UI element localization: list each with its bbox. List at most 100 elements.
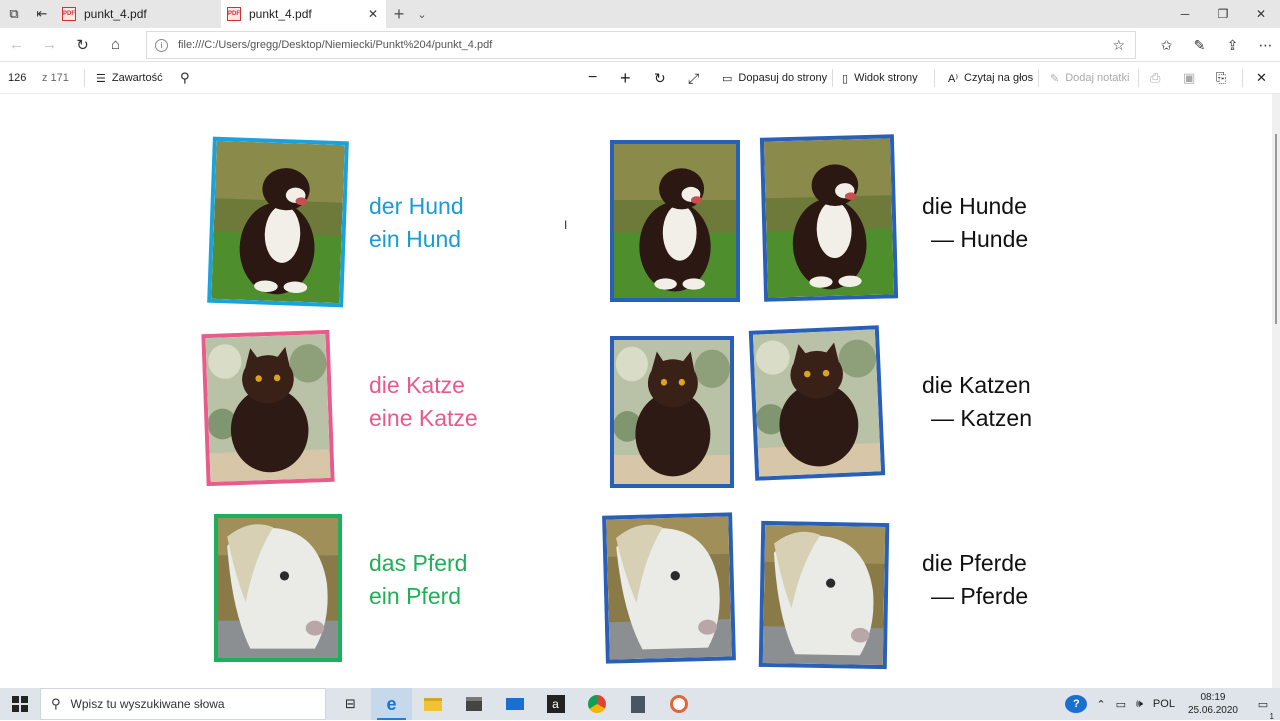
taskbar-search-box[interactable]: ⚲ Wpisz tu wyszukiwane słowa [40, 688, 326, 720]
taskbar-clock[interactable]: 08:19 25.06.2020 [1180, 691, 1246, 717]
taskbar: ⚲ Wpisz tu wyszukiwane słowa ⊟ e a ? ⌃ ▭… [0, 688, 1280, 721]
notification-count: 1 [1269, 711, 1274, 721]
mail-icon[interactable] [494, 688, 535, 720]
horse-photo-plural-1 [602, 512, 736, 664]
text-cursor-icon: I [564, 218, 568, 232]
edge-app-icon[interactable]: e [371, 688, 412, 720]
read-aloud-button[interactable]: A⁾ Czytaj na głos [948, 62, 1033, 94]
tray-chevron-icon[interactable]: ⌃ [1091, 698, 1110, 711]
help-icon[interactable]: ? [1065, 695, 1088, 713]
zoom-in-icon[interactable]: + [620, 62, 631, 94]
cat-plural-indefinite: — Katzen [931, 405, 1032, 431]
clock-time: 08:19 [1200, 692, 1226, 703]
close-window-button[interactable]: ✕ [1242, 0, 1280, 28]
url-field[interactable]: i file:///C:/Users/gregg/Desktop/Niemiec… [146, 31, 1136, 59]
notes-pen-icon[interactable]: ✎ [1183, 28, 1216, 62]
address-bar: ← → ↻ ⌂ i file:///C:/Users/gregg/Desktop… [0, 28, 1280, 62]
cat-photo [201, 329, 335, 487]
tab-manager-icon[interactable]: ⧉ [0, 0, 28, 28]
dog-singular-indefinite: ein Hund [369, 226, 462, 252]
amazon-icon[interactable]: a [535, 688, 576, 720]
page-view-icon: ▯ [842, 72, 849, 85]
file-explorer-icon[interactable] [412, 688, 453, 720]
dog-photo-plural-2 [759, 134, 899, 302]
read-aloud-label: Czytaj na głos [964, 72, 1034, 84]
scrollbar-thumb[interactable] [1275, 134, 1277, 324]
message-icon: ▭ [1257, 698, 1269, 711]
close-tab-icon[interactable]: ✕ [368, 7, 378, 21]
zoom-out-icon[interactable]: − [588, 62, 597, 94]
tab-pdf-2[interactable]: PDF punkt_4.pdf ✕ [221, 0, 386, 28]
contents-button[interactable]: ☰ Zawartość [96, 62, 163, 94]
vertical-scrollbar[interactable] [1272, 94, 1280, 688]
pdf-page: der Hund ein Hund die Hunde — Hunde die … [0, 94, 1272, 688]
url-text: file:///C:/Users/gregg/Desktop/Niemiecki… [178, 39, 493, 51]
favorite-star-icon[interactable]: ☆ [1112, 37, 1125, 54]
new-tab-button[interactable]: + [386, 4, 412, 25]
share-icon[interactable]: ⇪ [1216, 28, 1249, 62]
dog-singular-definite: der Hund [369, 193, 464, 219]
refresh-button[interactable]: ↻ [66, 28, 99, 62]
page-view-button[interactable]: ▯ Widok strony [842, 62, 918, 94]
back-button[interactable]: ← [0, 28, 33, 62]
horse-singular-indefinite: ein Pferd [369, 583, 462, 609]
rotate-icon[interactable]: ↻ [654, 62, 666, 94]
pdf-file-icon: PDF [62, 7, 76, 21]
search-icon[interactable]: ⚲ [180, 62, 190, 94]
fit-page-icon: ▭ [722, 72, 733, 85]
add-notes-label: Dodaj notatki [1065, 72, 1130, 84]
dog-plural-indefinite: — Hunde [931, 226, 1029, 252]
contents-label: Zawartość [111, 72, 163, 84]
print-icon[interactable]: ⎙ [1150, 62, 1160, 94]
dog-photo-plural-1 [610, 140, 740, 302]
horse-singular-definite: das Pferd [369, 550, 468, 576]
tabs-aside-icon[interactable]: ⇤ [28, 0, 56, 28]
cat-photo-plural-1 [610, 336, 734, 488]
fullscreen-icon[interactable]: ⤢ [688, 62, 699, 94]
pen-icon: ✎ [1050, 72, 1060, 85]
list-icon: ☰ [96, 72, 106, 85]
dog-plural-definite: die Hunde [922, 193, 1027, 219]
language-indicator[interactable]: POL [1148, 698, 1180, 710]
favorites-icon[interactable]: ✩ [1150, 28, 1183, 62]
pdf-file-icon: PDF [227, 7, 241, 21]
pin-toolbar-icon[interactable]: ✕ [1256, 62, 1267, 94]
minimize-button[interactable]: ─ [1166, 0, 1204, 28]
notifications-icon[interactable]: ▭ 1 [1246, 698, 1280, 721]
tab-bar: ⧉ ⇤ PDF punkt_4.pdf PDF punkt_4.pdf ✕ + … [0, 0, 1280, 28]
read-aloud-icon: A⁾ [948, 72, 959, 85]
pdf-toolbar: 126 z 171 ☰ Zawartość ⚲ − + ↻ ⤢ ▭ Dopasu… [0, 62, 1280, 94]
forward-button[interactable]: → [33, 28, 66, 62]
windows-start-button[interactable] [0, 688, 40, 720]
save-as-icon[interactable]: ⎘ [1216, 62, 1226, 94]
fit-label: Dopasuj do strony [738, 72, 828, 84]
page-total: z 171 [42, 72, 69, 84]
info-icon[interactable]: i [155, 38, 168, 52]
battery-icon[interactable]: ▭ [1111, 698, 1131, 711]
cat-singular-definite: die Katze [369, 372, 465, 398]
cat-plural-definite: die Katzen [922, 372, 1031, 398]
tab-label: punkt_4.pdf [84, 7, 147, 21]
store-icon[interactable] [453, 688, 494, 720]
save-icon[interactable]: ▣ [1183, 62, 1195, 94]
fit-to-page-button[interactable]: ▭ Dopasuj do strony [722, 62, 827, 94]
clock-date: 25.06.2020 [1187, 705, 1238, 716]
add-notes-button[interactable]: ✎ Dodaj notatki [1050, 62, 1129, 94]
tab-preview-chevron-icon[interactable]: ⌄ [412, 8, 432, 21]
windows-logo-icon [12, 696, 28, 712]
cat-photo-plural-2 [748, 325, 886, 481]
home-button[interactable]: ⌂ [99, 28, 132, 62]
volume-icon[interactable]: 🕪 [1131, 698, 1148, 711]
task-view-icon[interactable]: ⊟ [330, 688, 371, 720]
more-menu-icon[interactable]: ⋯ [1249, 28, 1280, 62]
horse-plural-indefinite: — Pferde [931, 583, 1029, 609]
horse-photo [214, 514, 342, 662]
media-app-icon[interactable] [658, 688, 699, 720]
maximize-button[interactable]: ❐ [1204, 0, 1242, 28]
horse-photo-plural-2 [758, 520, 890, 670]
tab-pdf-1[interactable]: PDF punkt_4.pdf [56, 0, 221, 28]
chrome-icon[interactable] [576, 688, 617, 720]
page-number-input[interactable]: 126 [8, 62, 26, 94]
tab-label: punkt_4.pdf [249, 7, 312, 21]
notes-app-icon[interactable] [617, 688, 658, 720]
